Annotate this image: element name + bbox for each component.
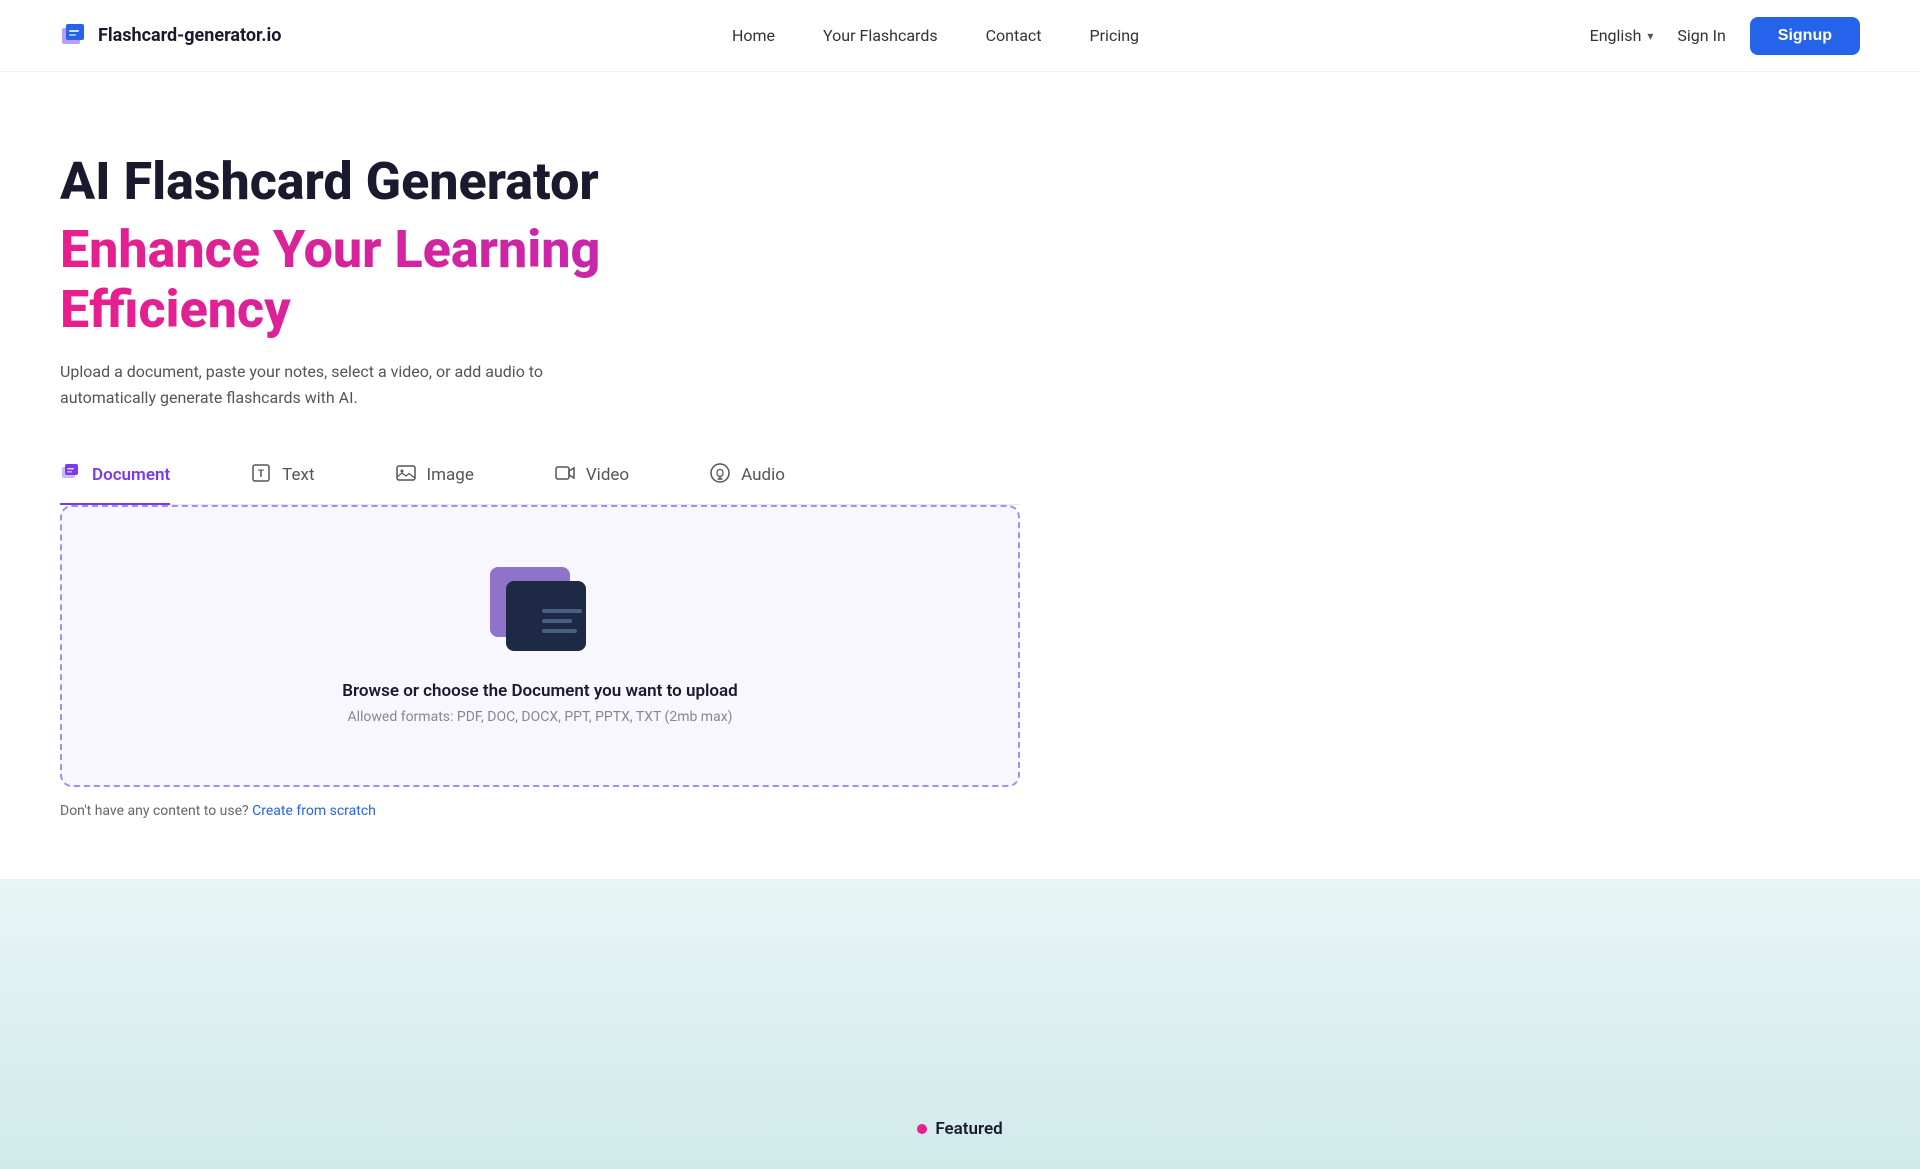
language-selector[interactable]: English ▾ — [1590, 26, 1654, 45]
logo-text: Flashcard-generator.io — [98, 25, 281, 46]
video-tab-icon — [554, 462, 576, 489]
navbar-right: English ▾ Sign In Signup — [1590, 17, 1860, 55]
featured-dot — [917, 1124, 927, 1134]
nav-links: Home Your Flashcards Contact Pricing — [732, 26, 1139, 45]
nav-contact[interactable]: Contact — [986, 26, 1042, 45]
hero-title-gradient-line1: Enhance Your Learning — [60, 220, 1860, 280]
tabs: Document T Text Image — [60, 451, 1020, 505]
image-tab-icon — [395, 462, 417, 489]
bottom-section: Featured — [0, 879, 1920, 1169]
tab-document[interactable]: Document — [60, 452, 170, 505]
upload-area[interactable]: Browse or choose the Document you want t… — [60, 505, 1020, 787]
tab-video-label: Video — [586, 465, 629, 485]
upload-illustration — [480, 567, 600, 657]
doc-front — [506, 581, 586, 651]
hero-title-black: AI Flashcard Generator — [60, 152, 1860, 212]
tab-image[interactable]: Image — [395, 452, 474, 505]
featured-text: Featured — [935, 1119, 1002, 1139]
hero-title-gradient-line2: Efficiency — [60, 280, 1860, 340]
doc-line-2 — [542, 619, 572, 623]
signup-button[interactable]: Signup — [1750, 17, 1860, 55]
upload-title: Browse or choose the Document you want t… — [342, 681, 738, 701]
text-tab-icon: T — [250, 462, 272, 489]
doc-line-3 — [542, 629, 577, 633]
doc-line-1 — [542, 609, 582, 613]
signin-link[interactable]: Sign In — [1677, 26, 1725, 45]
hero-subtitle: Upload a document, paste your notes, sel… — [60, 359, 600, 410]
svg-text:T: T — [258, 469, 264, 480]
upload-subtitle: Allowed formats: PDF, DOC, DOCX, PPT, PP… — [347, 709, 732, 725]
language-label: English — [1590, 26, 1642, 45]
scratch-text: Don't have any content to use? Create fr… — [60, 803, 1860, 819]
main-content: AI Flashcard Generator Enhance Your Lear… — [0, 72, 1920, 879]
logo-area[interactable]: Flashcard-generator.io — [60, 22, 281, 50]
tab-image-label: Image — [427, 465, 474, 485]
logo-icon — [60, 22, 88, 50]
nav-pricing[interactable]: Pricing — [1090, 26, 1140, 45]
document-tab-icon — [60, 462, 82, 489]
navbar: Flashcard-generator.io Home Your Flashca… — [0, 0, 1920, 72]
tab-document-label: Document — [92, 465, 170, 485]
audio-tab-icon — [709, 462, 731, 489]
tab-video[interactable]: Video — [554, 452, 629, 505]
featured-label: Featured — [917, 1119, 1002, 1139]
tab-text[interactable]: T Text — [250, 452, 314, 505]
chevron-down-icon: ▾ — [1647, 29, 1653, 43]
nav-your-flashcards[interactable]: Your Flashcards — [823, 26, 938, 45]
scratch-prefix: Don't have any content to use? — [60, 803, 249, 819]
tab-audio[interactable]: Audio — [709, 452, 785, 505]
create-from-scratch-link[interactable]: Create from scratch — [252, 803, 376, 819]
tab-audio-label: Audio — [741, 465, 785, 485]
tab-text-label: Text — [282, 465, 314, 485]
nav-home[interactable]: Home — [732, 26, 775, 45]
